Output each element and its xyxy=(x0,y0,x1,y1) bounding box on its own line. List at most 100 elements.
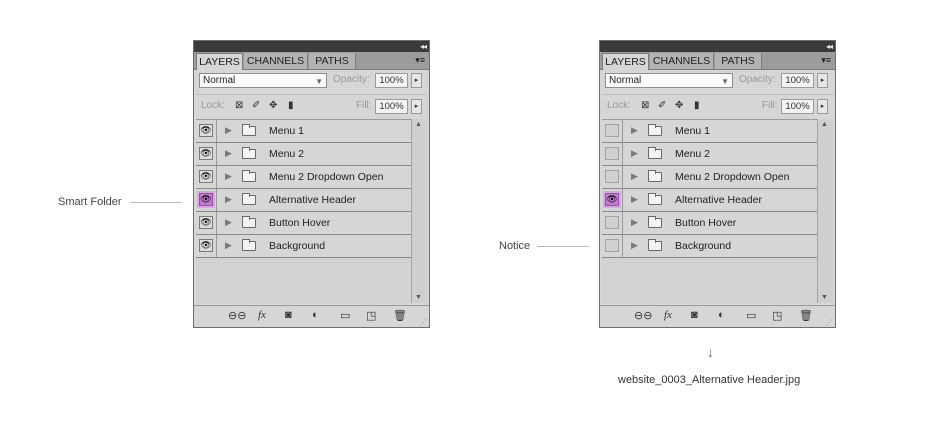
trash-icon[interactable]: 🗑 xyxy=(799,309,813,322)
blend-mode-select[interactable]: Normal ▼ xyxy=(605,73,733,88)
tab-paths[interactable]: PATHS xyxy=(309,53,356,69)
layer-row[interactable]: ▶ Button Hover xyxy=(602,212,818,235)
visibility-toggle[interactable] xyxy=(605,147,619,160)
collapse-icon[interactable]: ◂◂ xyxy=(826,41,833,52)
scroll-down-icon[interactable]: ▼ xyxy=(821,294,828,301)
new-layer-icon[interactable]: ◳ xyxy=(772,309,782,322)
layer-row[interactable]: ▶ Menu 2 xyxy=(602,143,818,166)
lock-all-icon[interactable]: ▮ xyxy=(288,100,294,111)
expand-triangle-icon[interactable]: ▶ xyxy=(631,125,638,136)
tab-paths[interactable]: PATHS xyxy=(715,53,762,69)
eye-icon[interactable]: 👁 xyxy=(199,239,213,252)
expand-triangle-icon[interactable]: ▶ xyxy=(631,171,638,182)
eye-icon[interactable]: 👁 xyxy=(199,124,213,137)
layer-row[interactable]: 👁 ▶ Alternative Header xyxy=(196,189,412,212)
fx-icon[interactable]: fx xyxy=(664,309,672,321)
visibility-cell xyxy=(602,235,623,257)
tab-channels[interactable]: CHANNELS xyxy=(244,53,308,69)
layer-row[interactable]: 👁 ▶ Menu 2 Dropdown Open xyxy=(196,166,412,189)
visibility-toggle[interactable] xyxy=(605,216,619,229)
layer-row[interactable]: 👁 ▶ Menu 2 xyxy=(196,143,412,166)
folder-icon xyxy=(648,124,662,136)
eye-icon[interactable]: 👁 xyxy=(199,147,213,160)
scroll-up-icon[interactable]: ▲ xyxy=(415,121,422,128)
layer-mask-icon[interactable]: ◙ xyxy=(691,309,698,321)
visibility-toggle[interactable] xyxy=(605,170,619,183)
layer-name: Background xyxy=(269,240,326,252)
expand-triangle-icon[interactable]: ▶ xyxy=(225,171,232,182)
expand-triangle-icon[interactable]: ▶ xyxy=(631,194,638,205)
folder-icon xyxy=(242,147,256,159)
opacity-slider-button[interactable]: ▸ xyxy=(411,73,422,88)
collapse-icon[interactable]: ◂◂ xyxy=(420,41,427,52)
visibility-cell: 👁 xyxy=(196,166,217,188)
layer-scrollbar[interactable]: ▲ ▼ xyxy=(817,119,833,303)
scroll-up-icon[interactable]: ▲ xyxy=(821,121,828,128)
layer-name: Menu 1 xyxy=(675,125,711,137)
visibility-cell xyxy=(602,166,623,188)
fill-slider-button[interactable]: ▸ xyxy=(817,99,828,114)
expand-triangle-icon[interactable]: ▶ xyxy=(225,125,232,136)
resize-grip-icon[interactable]: ⋰ xyxy=(825,318,833,327)
new-layer-icon[interactable]: ◳ xyxy=(366,309,376,322)
layer-name: Menu 2 Dropdown Open xyxy=(269,171,384,183)
eye-icon[interactable]: 👁 xyxy=(603,191,621,208)
layer-name: Alternative Header xyxy=(269,194,356,206)
opacity-input[interactable]: 100% xyxy=(781,73,814,88)
new-group-icon[interactable]: ▭ xyxy=(746,309,756,322)
panel-menu-icon[interactable]: ▾≡ xyxy=(415,54,425,66)
layer-row[interactable]: ▶ Menu 1 xyxy=(602,120,818,143)
lock-move-icon[interactable]: ✥ xyxy=(269,100,277,111)
tab-channels[interactable]: CHANNELS xyxy=(650,53,714,69)
expand-triangle-icon[interactable]: ▶ xyxy=(225,148,232,159)
trash-icon[interactable]: 🗑 xyxy=(393,309,407,322)
expand-triangle-icon[interactable]: ▶ xyxy=(225,240,232,251)
panel-menu-icon[interactable]: ▾≡ xyxy=(821,54,831,66)
expand-triangle-icon[interactable]: ▶ xyxy=(631,240,638,251)
expand-triangle-icon[interactable]: ▶ xyxy=(631,217,638,228)
fill-input[interactable]: 100% xyxy=(375,99,408,114)
lock-transparent-icon[interactable]: ⊠ xyxy=(235,100,243,111)
fx-icon[interactable]: fx xyxy=(258,309,266,321)
layer-row[interactable]: ▶ Background xyxy=(602,235,818,258)
link-layers-icon[interactable]: ⊖⊖ xyxy=(634,309,652,322)
scroll-down-icon[interactable]: ▼ xyxy=(415,294,422,301)
adjustment-layer-icon[interactable]: ◐ xyxy=(718,309,725,321)
layer-row[interactable]: 👁 ▶ Button Hover xyxy=(196,212,412,235)
lock-brush-icon[interactable]: ✐ xyxy=(658,100,666,111)
layer-row[interactable]: 👁 ▶ Alternative Header xyxy=(602,189,818,212)
layer-mask-icon[interactable]: ◙ xyxy=(285,309,292,321)
smart-folder-label: Smart Folder xyxy=(58,196,122,208)
link-layers-icon[interactable]: ⊖⊖ xyxy=(228,309,246,322)
layer-scrollbar[interactable]: ▲ ▼ xyxy=(411,119,427,303)
fill-slider-button[interactable]: ▸ xyxy=(411,99,422,114)
eye-icon[interactable]: 👁 xyxy=(199,170,213,183)
fill-input[interactable]: 100% xyxy=(781,99,814,114)
layer-row[interactable]: ▶ Menu 2 Dropdown Open xyxy=(602,166,818,189)
expand-triangle-icon[interactable]: ▶ xyxy=(225,194,232,205)
expand-triangle-icon[interactable]: ▶ xyxy=(631,148,638,159)
eye-icon[interactable]: 👁 xyxy=(197,191,215,208)
layer-row[interactable]: 👁 ▶ Background xyxy=(196,235,412,258)
opacity-slider-button[interactable]: ▸ xyxy=(817,73,828,88)
new-group-icon[interactable]: ▭ xyxy=(340,309,350,322)
layer-row[interactable]: 👁 ▶ Menu 1 xyxy=(196,120,412,143)
tab-layers[interactable]: LAYERS xyxy=(602,53,649,70)
visibility-toggle[interactable] xyxy=(605,124,619,137)
opacity-input[interactable]: 100% xyxy=(375,73,408,88)
visibility-toggle[interactable] xyxy=(605,239,619,252)
lock-all-icon[interactable]: ▮ xyxy=(694,100,700,111)
lock-brush-icon[interactable]: ✐ xyxy=(252,100,260,111)
expand-triangle-icon[interactable]: ▶ xyxy=(225,217,232,228)
blend-mode-select[interactable]: Normal ▼ xyxy=(199,73,327,88)
folder-icon xyxy=(648,193,662,205)
layer-name: Alternative Header xyxy=(675,194,762,206)
adjustment-layer-icon[interactable]: ◐ xyxy=(312,309,319,321)
eye-icon[interactable]: 👁 xyxy=(199,216,213,229)
resize-grip-icon[interactable]: ⋰ xyxy=(419,318,427,327)
lock-transparent-icon[interactable]: ⊠ xyxy=(641,100,649,111)
tab-layers[interactable]: LAYERS xyxy=(196,53,243,70)
folder-icon xyxy=(648,147,662,159)
panel-footer: ⊖⊖ fx ◙ ◐ ▭ ◳ 🗑 ⋰ xyxy=(194,305,429,328)
lock-move-icon[interactable]: ✥ xyxy=(675,100,683,111)
